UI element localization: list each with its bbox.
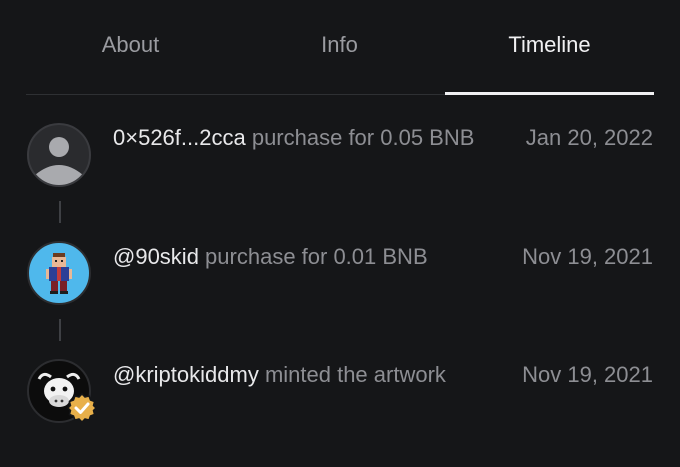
timeline-action: purchase for 0.05 BNB (245, 125, 475, 150)
timeline-action: purchase for 0.01 BNB (198, 244, 428, 269)
timeline-date: Nov 19, 2021 (522, 244, 653, 269)
active-tab-indicator (445, 92, 654, 95)
timeline-user-link[interactable]: @kriptokiddmy (113, 362, 259, 387)
tab-timeline[interactable]: Timeline (445, 0, 654, 96)
pixel-character-avatar-icon[interactable] (27, 241, 91, 305)
timeline-item-text: @kriptokiddmy minted the artwork (113, 358, 483, 392)
tab-bar: About Info Timeline (26, 0, 654, 96)
timeline-item-text: 0×526f...2cca purchase for 0.05 BNB (113, 121, 483, 155)
timeline-item-text: @90skid purchase for 0.01 BNB (113, 240, 483, 274)
timeline-connector (59, 201, 61, 223)
timeline-date: Nov 19, 2021 (522, 362, 653, 387)
tab-info[interactable]: Info (235, 0, 444, 96)
timeline-action: minted the artwork (258, 362, 446, 387)
tab-about[interactable]: About (26, 0, 235, 96)
verified-badge-icon (66, 392, 98, 424)
timeline-connector (59, 319, 61, 341)
timeline-date: Jan 20, 2022 (525, 125, 653, 150)
timeline-user-link[interactable]: 0×526f...2cca (113, 125, 246, 150)
timeline-user-link[interactable]: @90skid (113, 244, 199, 269)
default-user-avatar-icon[interactable] (27, 123, 91, 187)
